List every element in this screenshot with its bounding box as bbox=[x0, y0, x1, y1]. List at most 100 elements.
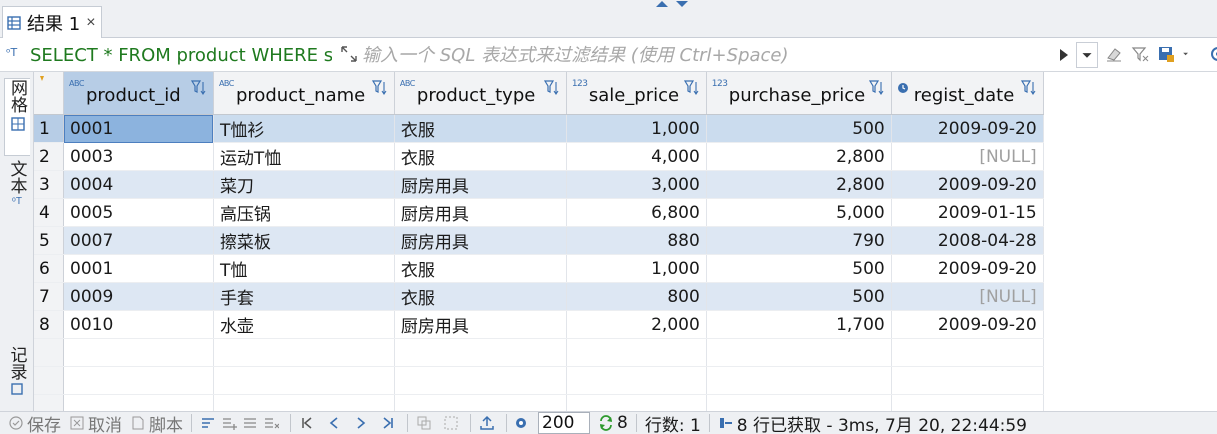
null-cell[interactable]: [NULL] bbox=[891, 282, 1044, 311]
table-cell[interactable]: 0007 bbox=[63, 226, 214, 255]
last-page-icon[interactable] bbox=[380, 415, 399, 431]
null-cell[interactable]: [NULL] bbox=[891, 142, 1044, 171]
table-row[interactable]: 7 0009 手套 衣服 800 500 [NULL] bbox=[34, 282, 1217, 311]
table-cell[interactable]: 高压锅 bbox=[213, 198, 395, 227]
row-number[interactable]: 1 bbox=[34, 114, 64, 143]
clear-filter-icon[interactable] bbox=[1130, 44, 1150, 64]
column-header-product-name[interactable]: ABC product_name bbox=[213, 72, 395, 115]
column-header-purchase-price[interactable]: 123 purchase_price bbox=[706, 72, 892, 115]
table-cell[interactable]: 5,000 bbox=[706, 198, 892, 227]
row-number[interactable]: 2 bbox=[34, 142, 64, 171]
table-cell[interactable]: 0004 bbox=[63, 170, 214, 199]
table-cell[interactable]: 1,700 bbox=[706, 310, 892, 339]
table-row[interactable]: 2 0003 运动T恤 衣服 4,000 2,800 [NULL] bbox=[34, 142, 1217, 171]
fetch-settings-icon[interactable] bbox=[513, 415, 532, 431]
table-row[interactable]: 6 0001 T恤 衣服 1,000 500 2009-09-20 bbox=[34, 254, 1217, 283]
table-cell[interactable]: 4,000 bbox=[566, 142, 707, 171]
table-cell[interactable]: 2009-09-20 bbox=[891, 310, 1044, 339]
table-cell[interactable]: 1,000 bbox=[566, 254, 707, 283]
column-filter-icon[interactable] bbox=[543, 79, 560, 97]
table-cell[interactable]: 2009-09-20 bbox=[891, 254, 1044, 283]
column-filter-icon[interactable] bbox=[868, 79, 885, 97]
column-filter-icon[interactable] bbox=[190, 79, 207, 97]
table-cell[interactable]: 0003 bbox=[63, 142, 214, 171]
table-cell[interactable]: 2008-04-28 bbox=[891, 226, 1044, 255]
select-all-corner[interactable] bbox=[34, 72, 64, 115]
table-cell[interactable]: 880 bbox=[566, 226, 707, 255]
table-row[interactable]: 3 0004 菜刀 厨房用具 3,000 2,800 2009-09-20 bbox=[34, 170, 1217, 199]
filter-history-dropdown[interactable] bbox=[1076, 42, 1098, 68]
table-cell[interactable]: 0010 bbox=[63, 310, 214, 339]
row-number[interactable]: 7 bbox=[34, 282, 64, 311]
column-filter-icon[interactable] bbox=[371, 79, 388, 97]
table-cell[interactable]: 衣服 bbox=[394, 114, 567, 143]
table-cell[interactable]: 厨房用具 bbox=[394, 170, 567, 199]
table-row[interactable]: 5 0007 擦菜板 厨房用具 880 790 2008-04-28 bbox=[34, 226, 1217, 255]
table-row[interactable]: 8 0010 水壶 厨房用具 2,000 1,700 2009-09-20 bbox=[34, 310, 1217, 339]
row-number[interactable]: 5 bbox=[34, 226, 64, 255]
previous-page-icon[interactable] bbox=[326, 415, 345, 431]
column-filter-icon[interactable] bbox=[1020, 79, 1037, 97]
table-cell[interactable]: 手套 bbox=[213, 282, 395, 311]
column-header-regist-date[interactable]: regist_date bbox=[891, 72, 1044, 115]
table-cell[interactable]: 菜刀 bbox=[213, 170, 395, 199]
row-number[interactable]: 8 bbox=[34, 310, 64, 339]
export-icon[interactable] bbox=[479, 415, 498, 431]
first-page-icon[interactable] bbox=[299, 415, 318, 431]
table-cell[interactable]: 衣服 bbox=[394, 142, 567, 171]
table-cell[interactable]: 2009-01-15 bbox=[891, 198, 1044, 227]
panel-splitter-arrows-icon[interactable] bbox=[652, 0, 692, 8]
table-cell[interactable]: 2009-09-20 bbox=[891, 170, 1044, 199]
refresh-button[interactable]: 8 bbox=[598, 413, 628, 433]
table-cell[interactable]: 0009 bbox=[63, 282, 214, 311]
table-cell[interactable]: 0001 bbox=[63, 114, 214, 143]
add-row-icon[interactable] bbox=[221, 415, 240, 431]
grid-view-tab[interactable]: 网格 bbox=[4, 78, 30, 156]
sql-query-text[interactable]: SELECT * FROM product WHERE sa bbox=[30, 45, 332, 66]
copy-row-icon[interactable] bbox=[242, 415, 261, 431]
fetch-size-input[interactable] bbox=[538, 412, 590, 434]
link-icon[interactable] bbox=[416, 415, 435, 431]
row-number[interactable]: 6 bbox=[34, 254, 64, 283]
table-cell[interactable]: 2,800 bbox=[706, 142, 892, 171]
record-view-tab[interactable]: 记录 bbox=[4, 346, 30, 406]
script-button[interactable]: 脚本 bbox=[130, 412, 183, 434]
table-row[interactable]: 1 0001 T恤衫 衣服 1,000 500 2009-09-20 bbox=[34, 114, 1217, 143]
table-cell[interactable]: 6,800 bbox=[566, 198, 707, 227]
save-button[interactable]: 保存 bbox=[8, 412, 61, 434]
column-header-product-type[interactable]: ABC product_type bbox=[394, 72, 567, 115]
apply-filter-icon[interactable] bbox=[1058, 47, 1070, 63]
filter-expression-input[interactable] bbox=[362, 43, 1052, 67]
table-cell[interactable]: 厨房用具 bbox=[394, 198, 567, 227]
fullscreen-icon[interactable] bbox=[443, 415, 462, 431]
cancel-button[interactable]: 取消 bbox=[69, 412, 122, 434]
column-header-product-id[interactable]: ABC product_id bbox=[63, 72, 214, 115]
table-cell[interactable]: 2,800 bbox=[706, 170, 892, 199]
text-view-tab[interactable]: 文本 ᵒT bbox=[4, 160, 30, 220]
table-cell[interactable]: 衣服 bbox=[394, 254, 567, 283]
delete-row-icon[interactable] bbox=[263, 415, 282, 431]
table-cell[interactable]: 500 bbox=[706, 282, 892, 311]
table-cell[interactable]: 2,000 bbox=[566, 310, 707, 339]
chevron-down-icon[interactable] bbox=[1182, 44, 1202, 64]
row-number[interactable]: 3 bbox=[34, 170, 64, 199]
table-row[interactable]: 4 0005 高压锅 厨房用具 6,800 5,000 2009-01-15 bbox=[34, 198, 1217, 227]
table-cell[interactable]: 0005 bbox=[63, 198, 214, 227]
table-cell[interactable]: 0001 bbox=[63, 254, 214, 283]
table-cell[interactable]: 厨房用具 bbox=[394, 310, 567, 339]
eraser-icon[interactable] bbox=[1104, 44, 1124, 64]
close-icon[interactable]: × bbox=[86, 14, 95, 32]
edit-row-icon[interactable] bbox=[200, 415, 219, 431]
table-cell[interactable]: 1,000 bbox=[566, 114, 707, 143]
table-cell[interactable]: T恤 bbox=[213, 254, 395, 283]
save-filter-icon[interactable] bbox=[1156, 44, 1176, 64]
column-header-sale-price[interactable]: 123 sale_price bbox=[566, 72, 707, 115]
table-cell[interactable]: 790 bbox=[706, 226, 892, 255]
table-cell[interactable]: 水壶 bbox=[213, 310, 395, 339]
expand-icon[interactable] bbox=[339, 44, 359, 64]
row-number[interactable]: 4 bbox=[34, 198, 64, 227]
table-cell[interactable]: 衣服 bbox=[394, 282, 567, 311]
table-cell[interactable]: 500 bbox=[706, 114, 892, 143]
table-cell[interactable]: 500 bbox=[706, 254, 892, 283]
table-cell[interactable]: 运动T恤 bbox=[213, 142, 395, 171]
